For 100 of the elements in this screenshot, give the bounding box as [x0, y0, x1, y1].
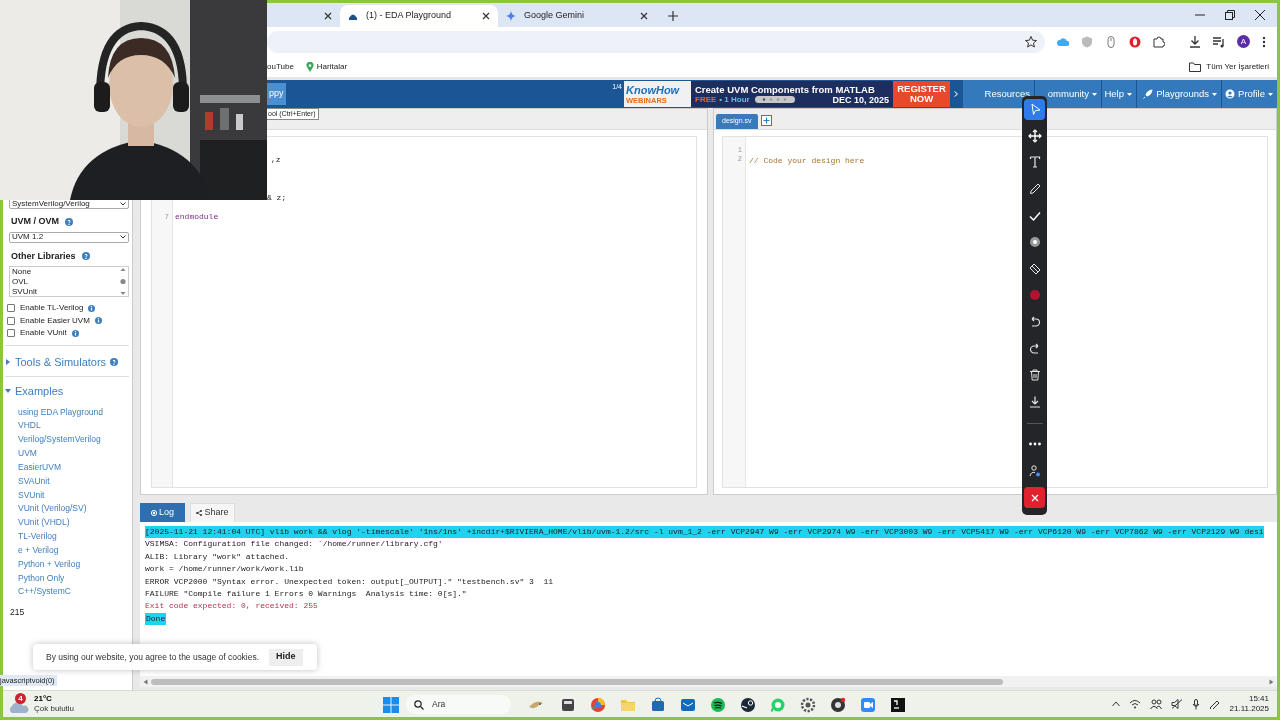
- cloud-icon[interactable]: [1057, 35, 1069, 48]
- close-icon[interactable]: [1255, 10, 1265, 20]
- search-field[interactable]: Ara: [406, 695, 511, 714]
- browser-icon[interactable]: [589, 696, 606, 713]
- list-option[interactable]: SVUnit: [12, 287, 37, 297]
- tool-button[interactable]: [1024, 98, 1045, 120]
- trash-icon: [1027, 368, 1042, 383]
- browser-tab[interactable]: (1) - EDA Playground: [340, 5, 498, 27]
- windows-icon[interactable]: [383, 696, 399, 713]
- close-icon[interactable]: [640, 12, 648, 20]
- music-icon[interactable]: [709, 696, 726, 713]
- list-option[interactable]: OVL: [12, 277, 37, 287]
- example-link[interactable]: C++/SystemC: [18, 585, 129, 600]
- app-window-icon[interactable]: [559, 696, 576, 713]
- circle-dot-icon: [151, 509, 157, 516]
- example-link[interactable]: SVUnit: [18, 488, 129, 503]
- example-link[interactable]: using EDA Playground: [18, 405, 129, 420]
- tool-button[interactable]: [1024, 487, 1045, 509]
- bookmark[interactable]: ouTube: [267, 60, 294, 73]
- hide-button[interactable]: Hide: [269, 648, 303, 666]
- help-icon: [110, 357, 119, 366]
- arrow-left-icon: [143, 678, 148, 685]
- example-link[interactable]: VHDL: [18, 419, 129, 434]
- more-icon[interactable]: [1262, 35, 1266, 48]
- section-toggle[interactable]: Examples: [15, 383, 64, 400]
- browser-tab[interactable]: Google Gemini: [498, 5, 656, 27]
- close-icon[interactable]: [482, 12, 490, 20]
- address-field[interactable]: [267, 30, 1045, 53]
- close-icon[interactable]: [324, 12, 332, 20]
- checkbox-label: Enable TL-Verilog: [20, 302, 84, 315]
- register-button[interactable]: REGISTER NOW: [893, 81, 950, 107]
- library-list[interactable]: None OVL SVUnit: [9, 266, 129, 297]
- example-link[interactable]: Verilog/SystemVerilog: [18, 433, 129, 448]
- speaker-icon[interactable]: [1170, 699, 1183, 709]
- ad-brand: KnowHow: [626, 83, 681, 96]
- list-option[interactable]: None: [12, 267, 37, 277]
- map-pin-icon: [305, 61, 314, 72]
- wifi-icon[interactable]: [1128, 699, 1141, 709]
- color-swatch-icon: [1027, 288, 1042, 303]
- new-tab-icon[interactable]: [668, 11, 678, 21]
- example-link[interactable]: Python Only: [18, 571, 129, 586]
- info-icon: [94, 317, 102, 325]
- example-link[interactable]: Python + Verilog: [18, 557, 129, 572]
- nav-menu-item[interactable]: ommunity: [1034, 80, 1101, 108]
- mail-icon[interactable]: [679, 696, 696, 713]
- code-comment: // Code your design here: [749, 156, 865, 165]
- people-icon[interactable]: [1149, 699, 1162, 709]
- scrollbar-icon: [120, 267, 126, 296]
- gear-icon[interactable]: [799, 696, 816, 713]
- log-line: FAILURE "Compile failure 1 Errors 0 Warnings Analysis time: 0[s].": [145, 588, 467, 601]
- scroll-thumb[interactable]: [151, 678, 1003, 685]
- store-icon[interactable]: [649, 696, 666, 713]
- log-tab[interactable]: Share: [190, 503, 235, 522]
- nav-menu-item[interactable]: Help: [1101, 80, 1136, 108]
- log-tab[interactable]: Log: [140, 503, 185, 522]
- mouse-icon[interactable]: [1105, 35, 1117, 48]
- ring-icon[interactable]: [1129, 35, 1141, 48]
- nav-menu-item[interactable]: Playgrounds: [1136, 80, 1221, 108]
- nav-menu-item[interactable]: Profile: [1221, 80, 1277, 108]
- restore-icon[interactable]: [1225, 10, 1235, 20]
- video-app-icon[interactable]: [859, 696, 876, 713]
- example-link[interactable]: VUnit (VHDL): [18, 516, 129, 531]
- download-icon: [1027, 394, 1042, 409]
- example-link[interactable]: SVAUnit: [18, 474, 129, 489]
- code-text: endmodule: [175, 212, 219, 222]
- star-icon[interactable]: [1025, 35, 1037, 48]
- checkbox-label: Enable VUnit: [20, 327, 67, 340]
- example-link[interactable]: EasierUVM: [18, 460, 129, 475]
- section-heading: UVM / OVM: [11, 215, 59, 228]
- example-link[interactable]: VUnit (Verilog/SV): [18, 502, 129, 517]
- dropdown[interactable]: UVM 1.2: [9, 231, 129, 243]
- chevron-up-icon[interactable]: [1111, 701, 1120, 707]
- checkbox[interactable]: [7, 329, 15, 338]
- example-link[interactable]: e + Verilog: [18, 543, 129, 558]
- circle-app-icon[interactable]: [829, 696, 846, 713]
- bookmarks-folder[interactable]: Tüm Yer İşaretleri: [1206, 60, 1269, 73]
- carousel-dots-icon: [754, 96, 795, 103]
- microphone-icon[interactable]: [1191, 698, 1200, 710]
- run-button[interactable]: ppy: [267, 83, 286, 105]
- bookmark[interactable]: Haritalar: [316, 60, 348, 73]
- ad-banner[interactable]: Create UVM Components from MATLAB FREE • 1 Hour DEC 10, 2025: [691, 81, 893, 107]
- clock-time[interactable]: 15:41: [1248, 694, 1269, 704]
- add-file-icon[interactable]: [760, 115, 772, 126]
- playlist-icon[interactable]: [1213, 35, 1225, 48]
- checkbox[interactable]: [7, 304, 15, 313]
- example-link[interactable]: TL-Verilog: [18, 530, 129, 544]
- profile-avatar[interactable]: A: [1237, 35, 1250, 48]
- horizontal-scrollbar[interactable]: [140, 676, 1277, 687]
- info-icon: [71, 329, 79, 337]
- rocket-icon: [1143, 89, 1154, 99]
- section-toggle[interactable]: Tools & Simulators: [15, 353, 107, 370]
- download-icon[interactable]: [1189, 35, 1201, 48]
- pen-tray-icon[interactable]: [1208, 699, 1221, 709]
- clock-date[interactable]: 21.11.2025: [1229, 704, 1269, 714]
- checkbox[interactable]: [7, 316, 15, 325]
- weather-cloud-icon: [8, 700, 30, 714]
- nav-menu-item[interactable]: Resources: [962, 80, 1034, 108]
- cookie-notice: By using our website, you agree to the usage of cookies.: [46, 650, 260, 664]
- move-icon: [1027, 128, 1042, 143]
- example-link[interactable]: UVM: [18, 447, 129, 461]
